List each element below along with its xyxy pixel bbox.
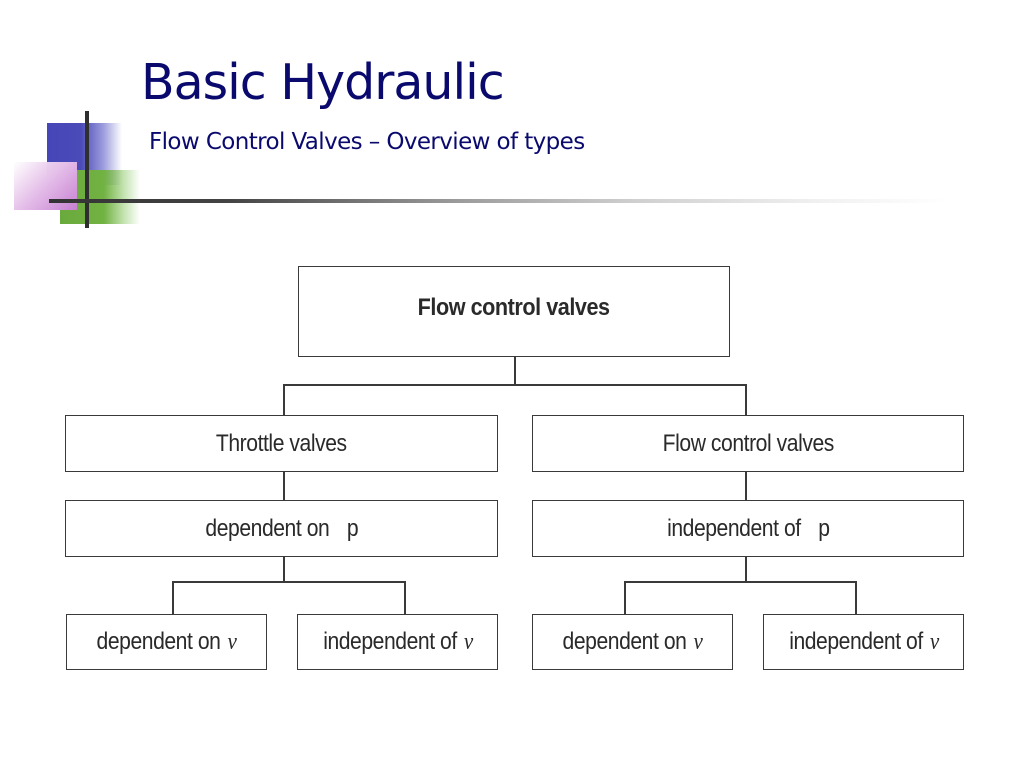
node-label: Flow control valves xyxy=(418,293,610,321)
connector-root-down xyxy=(514,357,516,385)
viscosity-symbol: ν xyxy=(929,629,939,655)
node-flow-control-valves: Flow control valves xyxy=(532,415,964,472)
slide-title: Basic Hydraulic xyxy=(141,54,505,111)
connector-left-leaves-horizontal xyxy=(172,581,405,583)
node-label: independent of ν xyxy=(789,628,939,656)
node-label: dependent on ν xyxy=(563,628,703,656)
node-flow-dependent-on-viscosity: dependent on ν xyxy=(532,614,733,670)
leaf-text: independent of xyxy=(788,628,923,655)
node-root-flow-control-valves: Flow control valves xyxy=(298,266,730,357)
node-label: independent of p xyxy=(667,515,830,543)
header-divider xyxy=(49,199,949,203)
node-label: Flow control valves xyxy=(662,429,834,457)
leaf-text: independent of xyxy=(322,628,457,655)
connector-left-leaf1 xyxy=(172,581,174,614)
node-dependent-on-p: dependent on p xyxy=(65,500,498,557)
connector-right-leaf1 xyxy=(624,581,626,614)
connector-level1-horizontal xyxy=(283,384,746,386)
node-throttle-valves: Throttle valves xyxy=(65,415,498,472)
connector-right-condition-down xyxy=(745,557,747,582)
connector-left-down xyxy=(283,384,285,415)
condition-text: dependent on xyxy=(205,514,329,542)
viscosity-symbol: ν xyxy=(463,629,473,655)
node-independent-of-p: independent of p xyxy=(532,500,964,557)
viscosity-symbol: ν xyxy=(693,629,703,655)
slide-subtitle: Flow Control Valves – Overview of types xyxy=(149,129,585,155)
connector-right-to-condition xyxy=(745,471,747,500)
pressure-symbol: p xyxy=(817,514,830,542)
node-flow-independent-of-viscosity: independent of ν xyxy=(763,614,964,670)
node-label: independent of ν xyxy=(323,628,473,656)
node-label: dependent on ν xyxy=(97,628,237,656)
node-label: Throttle valves xyxy=(216,429,347,457)
connector-right-down xyxy=(745,384,747,415)
pressure-symbol: p xyxy=(346,514,359,542)
connector-right-leaf2 xyxy=(855,581,857,614)
connector-left-leaf2 xyxy=(404,581,406,614)
leaf-text: dependent on xyxy=(96,628,221,655)
connector-right-leaves-horizontal xyxy=(624,581,856,583)
viscosity-symbol: ν xyxy=(227,629,237,655)
connector-left-to-condition xyxy=(283,471,285,500)
connector-left-condition-down xyxy=(283,557,285,582)
node-throttle-dependent-on-viscosity: dependent on ν xyxy=(66,614,267,670)
condition-text: independent of xyxy=(666,514,801,542)
leaf-text: dependent on xyxy=(562,628,687,655)
decor-vertical-line xyxy=(85,111,89,228)
node-label: dependent on p xyxy=(205,515,358,543)
node-throttle-independent-of-viscosity: independent of ν xyxy=(297,614,498,670)
